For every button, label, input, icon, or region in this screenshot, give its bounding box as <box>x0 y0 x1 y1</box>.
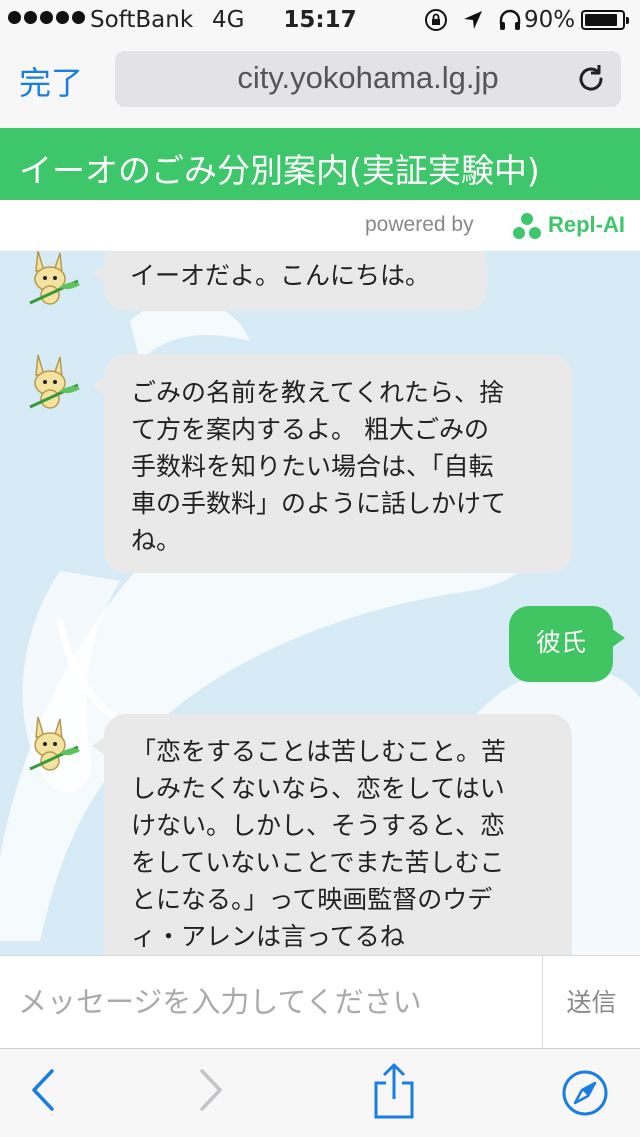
reload-icon[interactable] <box>575 63 607 95</box>
share-icon[interactable] <box>372 1063 416 1119</box>
chat-area[interactable]: イーオだよ。こんにちは。 ごみの名前を教えてくれたら、捨 て方を案内するよ。 粗… <box>0 251 640 955</box>
bubble-line: ごみの名前を教えてくれたら、捨 <box>131 378 505 407</box>
bubble-line: 「恋をすることは苦しむこと。苦 <box>131 737 507 766</box>
location-arrow-icon <box>464 11 482 29</box>
url-text[interactable]: city.yokohama.lg.jp <box>115 60 621 96</box>
bubble-line: 手数料を知りたい場合は、「自転 <box>131 452 494 481</box>
message-input[interactable] <box>18 978 538 1026</box>
back-icon[interactable] <box>30 1067 56 1113</box>
status-bar: SoftBank 4G 15:17 90% <box>0 0 640 40</box>
powered-by-label: powered by <box>365 213 474 236</box>
chat-bubble-user: 彼氏 <box>509 606 625 682</box>
repl-ai-logo-icon <box>513 213 541 239</box>
bubble-line: て方を案内するよ。 粗大ごみの <box>131 415 489 444</box>
send-button[interactable]: 送信 <box>543 956 640 1049</box>
browser-toolbar <box>0 1048 640 1137</box>
chat-bubble: 「恋をすることは苦しむこと。苦 しみたくないなら、恋をしてはい けない。しかし、… <box>92 714 572 955</box>
powered-by-bar: powered by Repl-AI <box>0 200 640 251</box>
bubble-line: ィ・アレンは言ってるね <box>131 922 405 951</box>
bubble-line: をしていないことでまた苦しむこ <box>131 848 505 877</box>
battery-percent: 90% <box>524 7 576 33</box>
repl-ai-brand: Repl-AI <box>548 212 625 237</box>
message-input-bar: 送信 <box>0 955 640 1049</box>
compass-icon[interactable] <box>561 1069 609 1117</box>
headphones-icon <box>499 9 521 30</box>
page-title: イーオのごみ分別案内(実証実験中) <box>19 151 540 190</box>
battery-icon <box>581 10 629 30</box>
page-header: イーオのごみ分別案内(実証実験中) <box>0 128 640 200</box>
bubble-line: とになる。」って映画監督のウデ <box>131 885 493 914</box>
done-button[interactable]: 完了 <box>19 58 83 104</box>
rotation-lock-icon <box>425 9 447 31</box>
address-field[interactable]: city.yokohama.lg.jp <box>115 51 621 107</box>
mascot-avatar <box>29 354 80 409</box>
bubble-line: けない。しかし、そうすると、恋 <box>131 811 506 840</box>
bubble-line: 車の手数料」のように話しかけて <box>131 489 507 518</box>
forward-icon[interactable] <box>198 1067 224 1113</box>
mascot-avatar <box>29 251 80 305</box>
browser-url-bar: 完了 city.yokohama.lg.jp <box>0 40 640 128</box>
bubble-line: ね。 <box>131 526 182 555</box>
bubble-line: イーオだよ。こんにちは。 <box>130 261 431 290</box>
bubble-line: しみたくないなら、恋をしてはい <box>131 774 505 803</box>
chat-bubble: イーオだよ。こんにちは。 <box>92 251 487 311</box>
chat-bubble: ごみの名前を教えてくれたら、捨 て方を案内するよ。 粗大ごみの 手数料を知りたい… <box>92 354 572 573</box>
bubble-line: 彼氏 <box>535 628 586 657</box>
mascot-avatar <box>29 716 80 771</box>
